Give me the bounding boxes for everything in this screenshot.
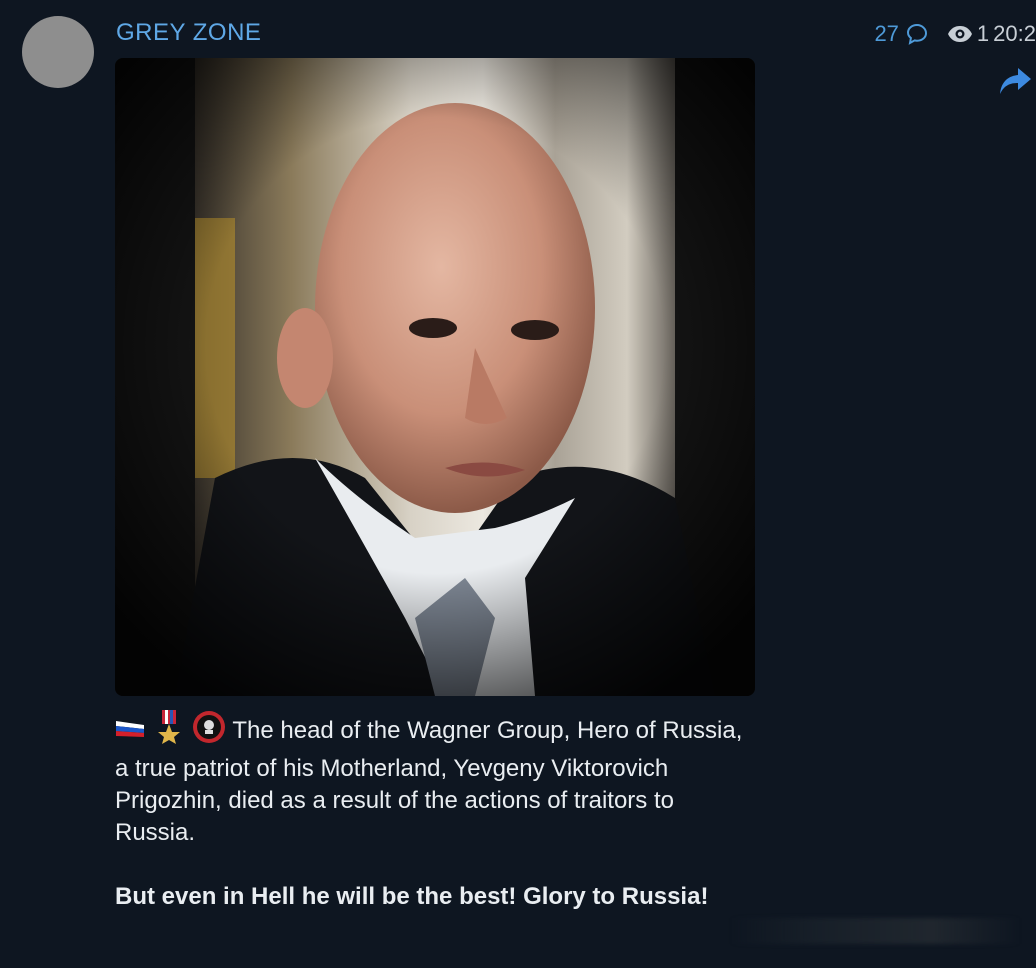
portrait-image bbox=[115, 58, 755, 696]
watermark bbox=[730, 918, 1020, 944]
post-time: 20:2 bbox=[993, 21, 1036, 46]
share-arrow-icon[interactable] bbox=[998, 66, 1032, 96]
views-count: 1 bbox=[976, 21, 990, 46]
comments-count[interactable]: 27 bbox=[874, 21, 898, 47]
hero-medal-icon bbox=[157, 710, 180, 753]
eye-icon bbox=[947, 26, 972, 42]
channel-avatar[interactable] bbox=[22, 16, 94, 88]
post-caption: The head of the Wagner Group, Hero of Ru… bbox=[115, 710, 755, 913]
post-meta: 27 1 20:2 bbox=[874, 19, 1036, 49]
russian-flag-icon bbox=[115, 716, 145, 748]
post-photo[interactable] bbox=[115, 58, 755, 696]
comment-bubble-icon[interactable] bbox=[905, 22, 929, 46]
wagner-badge-icon bbox=[192, 710, 226, 753]
caption-bold-text: But even in Hell he will be the best! Gl… bbox=[115, 883, 709, 910]
channel-name[interactable]: GREY ZONE bbox=[116, 19, 261, 47]
